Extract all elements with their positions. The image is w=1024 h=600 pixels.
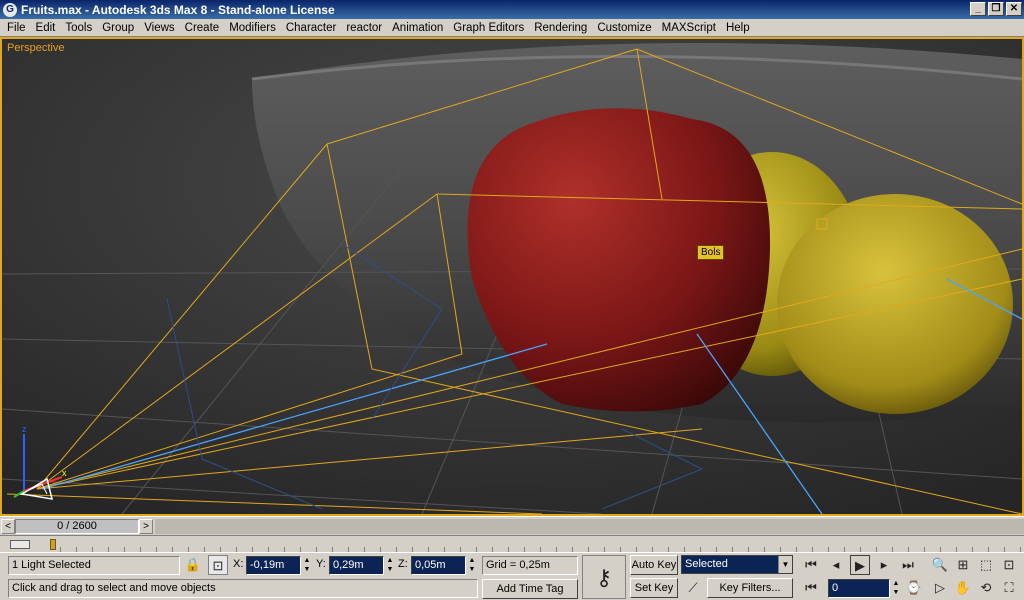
go-to-start-icon[interactable]: ⏮ bbox=[801, 555, 821, 575]
lock-icon[interactable]: 🔒 bbox=[183, 555, 203, 575]
auto-key-button[interactable]: Auto Key bbox=[630, 555, 678, 575]
menu-rendering[interactable]: Rendering bbox=[529, 20, 592, 36]
previous-frame-icon[interactable]: ◂ bbox=[826, 555, 846, 575]
z-spinner[interactable]: ▲ ▼ bbox=[467, 556, 477, 575]
go-to-end-icon[interactable]: ⏭ bbox=[898, 555, 918, 575]
absolute-mode-icon[interactable]: ⊡ bbox=[208, 555, 228, 575]
add-time-tag-button[interactable]: Add Time Tag bbox=[482, 579, 578, 599]
zoom-icon[interactable]: 🔍 bbox=[930, 555, 950, 575]
title-bar: G Fruits.max - Autodesk 3ds Max 8 - Stan… bbox=[0, 0, 1024, 19]
key-filters-button[interactable]: Key Filters... bbox=[707, 578, 793, 598]
lemon-front bbox=[777, 194, 1013, 414]
perspective-viewport[interactable]: z x Perspective Bols bbox=[0, 37, 1024, 516]
status-bar: 1 Light Selected Click and drag to selec… bbox=[0, 552, 1024, 600]
object-tooltip: Bols bbox=[697, 245, 725, 260]
menu-customize[interactable]: Customize bbox=[592, 20, 656, 36]
next-frame-icon[interactable]: ▸ bbox=[874, 555, 894, 575]
menu-file[interactable]: File bbox=[2, 20, 31, 36]
menu-maxscript[interactable]: MAXScript bbox=[657, 20, 721, 36]
axis-z-label: z bbox=[22, 424, 27, 434]
menu-graph-editors[interactable]: Graph Editors bbox=[448, 20, 529, 36]
3ds-max-icon[interactable]: G bbox=[3, 2, 17, 17]
pan-icon[interactable]: ✋ bbox=[953, 578, 973, 598]
z-coordinate-field[interactable]: 0,05m bbox=[411, 556, 466, 575]
maximize-viewport-icon[interactable]: ⛶ bbox=[999, 578, 1019, 598]
scene-render: z x bbox=[2, 39, 1022, 514]
key-icon[interactable]: ⚷ bbox=[582, 555, 626, 599]
x-label: X: bbox=[233, 558, 244, 570]
key-mode-value: Selected bbox=[685, 558, 728, 570]
menu-views[interactable]: Views bbox=[139, 20, 179, 36]
time-slider[interactable]: < 0 / 2600 > bbox=[0, 516, 1024, 535]
menu-group[interactable]: Group bbox=[97, 20, 139, 36]
menu-edit[interactable]: Edit bbox=[31, 20, 61, 36]
prompt-line: Click and drag to select and move object… bbox=[8, 579, 478, 598]
menu-animation[interactable]: Animation bbox=[387, 20, 448, 36]
y-coordinate-field[interactable]: 0,29m bbox=[329, 556, 384, 575]
track-bar[interactable] bbox=[0, 535, 1024, 552]
frame-spinner[interactable]: ▲ ▼ bbox=[891, 579, 901, 598]
chevron-down-icon[interactable]: ▼ bbox=[778, 556, 792, 573]
viewport-label[interactable]: Perspective bbox=[7, 42, 64, 54]
minimize-icon[interactable]: _ bbox=[970, 2, 986, 16]
key-mode-select[interactable]: Selected ▼ bbox=[681, 555, 793, 574]
selection-count: 1 Light Selected bbox=[8, 556, 180, 575]
play-icon[interactable]: ▶ bbox=[850, 555, 870, 575]
menu-create[interactable]: Create bbox=[180, 20, 225, 36]
prev-frame-button[interactable]: < bbox=[1, 518, 15, 534]
key-tangent-icon[interactable]: ⟋ bbox=[681, 578, 705, 598]
zoom-extents-all-icon[interactable]: ⊡ bbox=[999, 555, 1019, 575]
restore-icon[interactable]: ❐ bbox=[988, 2, 1004, 16]
menu-tools[interactable]: Tools bbox=[60, 20, 97, 36]
current-frame-field[interactable]: 0 bbox=[828, 579, 890, 598]
menu-reactor[interactable]: reactor bbox=[341, 20, 387, 36]
window-title: Fruits.max - Autodesk 3ds Max 8 - Stand-… bbox=[21, 2, 335, 17]
set-key-button[interactable]: Set Key bbox=[630, 578, 678, 598]
menu-modifiers[interactable]: Modifiers bbox=[224, 20, 281, 36]
zoom-extents-icon[interactable]: ⬚ bbox=[976, 555, 996, 575]
next-frame-button[interactable]: > bbox=[139, 518, 153, 534]
field-of-view-icon[interactable]: ▷ bbox=[930, 578, 950, 598]
menu-help[interactable]: Help bbox=[721, 20, 755, 36]
y-spinner[interactable]: ▲ ▼ bbox=[385, 556, 395, 575]
z-label: Z: bbox=[398, 558, 408, 570]
current-time-marker[interactable] bbox=[50, 539, 56, 550]
key-mode-toggle-icon[interactable]: ⏮ bbox=[801, 578, 821, 598]
time-slider-frame[interactable]: 0 / 2600 bbox=[15, 518, 139, 534]
x-spinner[interactable]: ▲ ▼ bbox=[302, 556, 312, 575]
close-icon[interactable]: ✕ bbox=[1006, 2, 1022, 16]
menu-character[interactable]: Character bbox=[281, 20, 342, 36]
grid-size: Grid = 0,25m bbox=[482, 556, 578, 575]
y-label: Y: bbox=[316, 558, 326, 570]
time-configuration-icon[interactable]: ⌚ bbox=[904, 578, 924, 598]
menu-bar: File Edit Tools Group Views Create Modif… bbox=[0, 19, 1024, 37]
arc-rotate-icon[interactable]: ⟲ bbox=[976, 578, 996, 598]
zoom-all-icon[interactable]: ⊞ bbox=[953, 555, 973, 575]
axis-x-label: x bbox=[62, 468, 67, 478]
window-controls: _ ❐ ✕ bbox=[970, 2, 1022, 16]
x-coordinate-field[interactable]: -0,19m bbox=[246, 556, 301, 575]
time-slider-track[interactable] bbox=[155, 518, 1024, 534]
mini-curve-editor-icon[interactable] bbox=[10, 540, 30, 549]
